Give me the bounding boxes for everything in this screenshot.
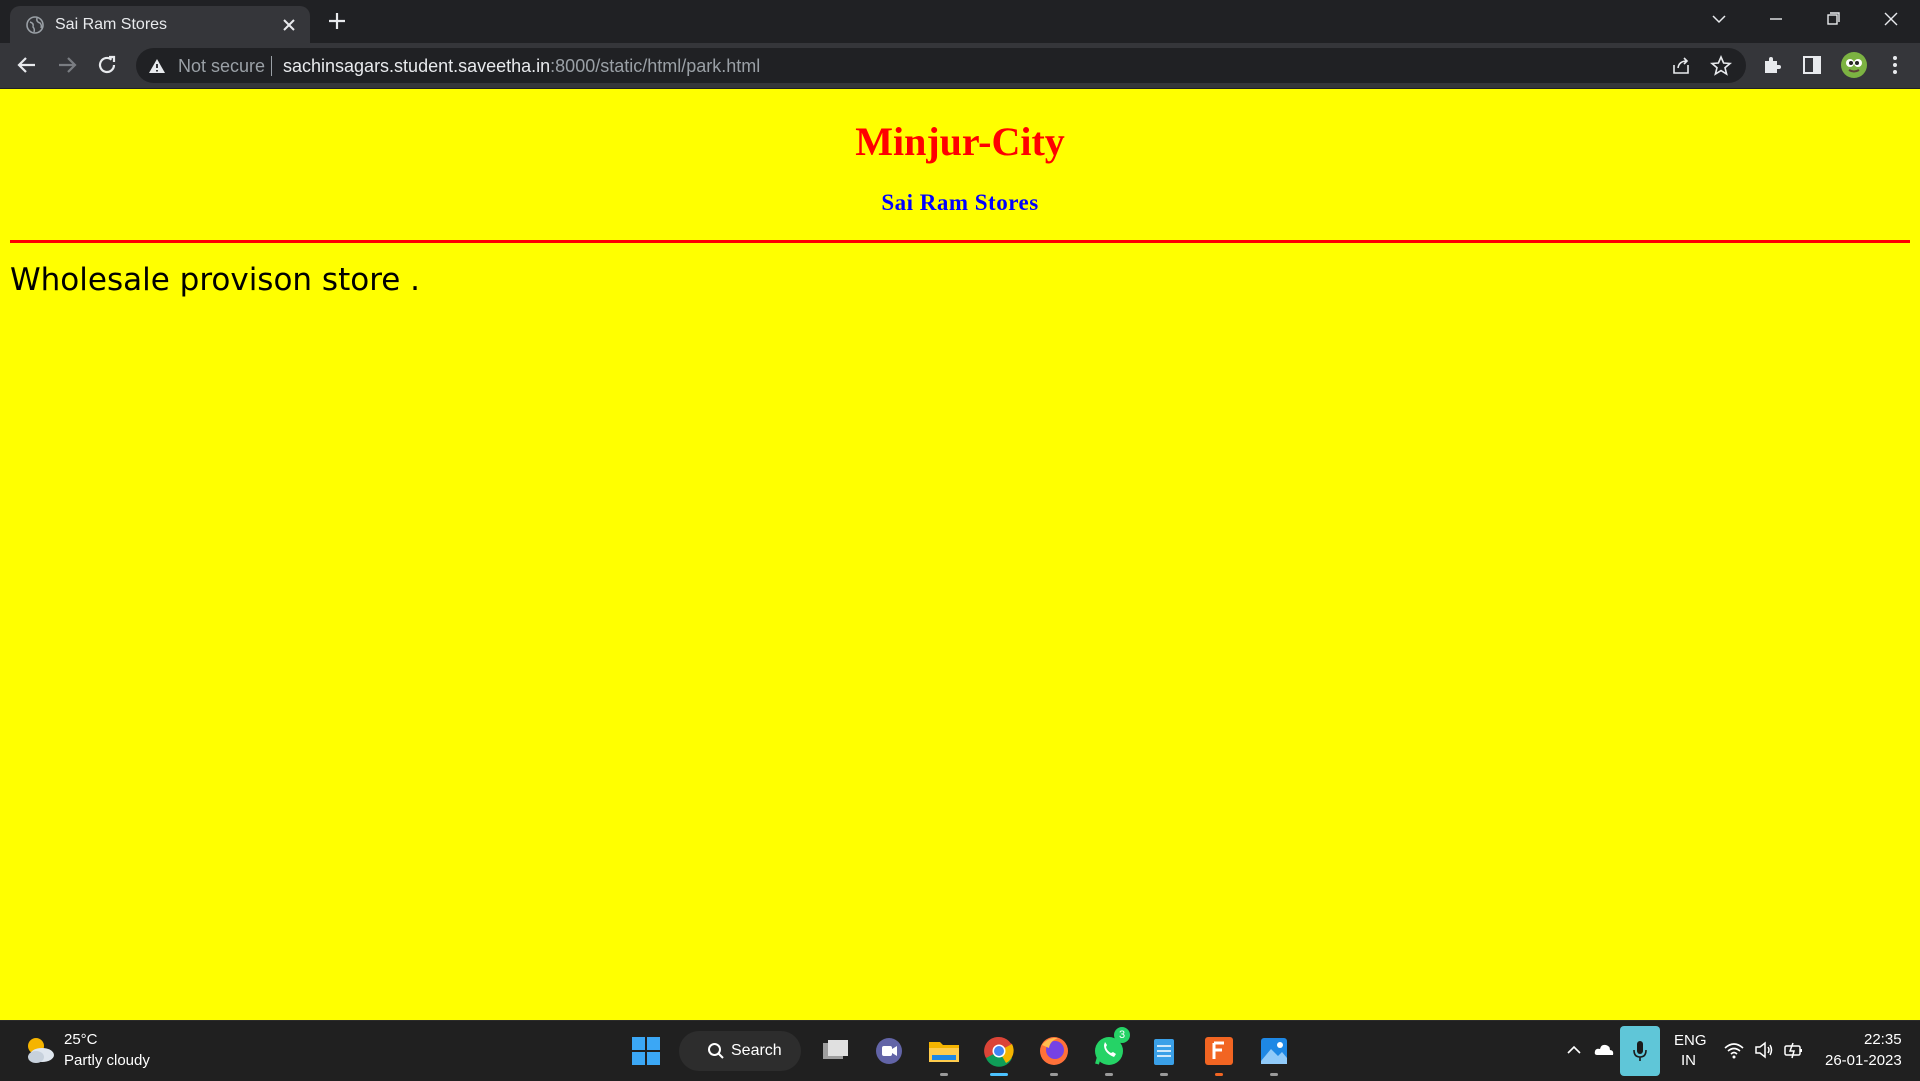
tab-title: Sai Ram Stores: [55, 16, 168, 33]
taskbar-search-button[interactable]: Search: [679, 1031, 801, 1071]
new-tab-icon[interactable]: [326, 10, 348, 32]
page-viewport: Minjur-City Sai Ram Stores Wholesale pro…: [0, 89, 1920, 1020]
horizontal-rule: [10, 240, 1910, 243]
weather-description[interactable]: Partly cloudy: [64, 1052, 150, 1069]
address-bar[interactable]: Not secure sachinsagars.student.saveetha…: [136, 48, 1746, 83]
menu-kebab-icon[interactable]: [1883, 53, 1907, 77]
photos-icon[interactable]: [1254, 1031, 1294, 1071]
browser-tabstrip: Sai Ram Stores: [0, 0, 1920, 43]
bookmark-star-icon[interactable]: [1710, 55, 1732, 77]
photos-running-indicator: [1270, 1073, 1278, 1076]
input-language[interactable]: ENG: [1674, 1032, 1707, 1049]
battery-charging-icon[interactable]: [1783, 1039, 1805, 1061]
firefox-running-indicator: [1050, 1073, 1058, 1076]
back-icon[interactable]: [15, 53, 39, 77]
volume-icon[interactable]: [1753, 1039, 1775, 1061]
close-window-icon[interactable]: [1877, 8, 1905, 30]
url-text[interactable]: sachinsagars.student.saveetha.in:8000/st…: [283, 56, 760, 77]
restore-icon[interactable]: [1819, 8, 1847, 30]
wifi-icon[interactable]: [1723, 1039, 1745, 1061]
windows-taskbar: 25°C Partly cloudy Search 3 ENG IN 22:35…: [0, 1020, 1920, 1081]
voice-access-button[interactable]: [1620, 1026, 1660, 1076]
notepad-running-indicator: [1160, 1073, 1168, 1076]
browser-tab[interactable]: Sai Ram Stores: [10, 6, 310, 43]
fusion-running-indicator: [1215, 1073, 1223, 1076]
clock-date[interactable]: 26-01-2023: [1825, 1052, 1902, 1069]
globe-icon: [26, 16, 44, 34]
onedrive-cloud-icon[interactable]: [1593, 1039, 1615, 1061]
windows-start-icon[interactable]: [626, 1031, 666, 1071]
security-label[interactable]: Not secure: [178, 56, 265, 77]
url-path: :8000/static/html/park.html: [550, 56, 761, 76]
forward-icon[interactable]: [55, 53, 79, 77]
reload-icon[interactable]: [95, 53, 119, 77]
chrome-icon[interactable]: [979, 1031, 1019, 1071]
warning-icon[interactable]: [148, 57, 166, 75]
page-subheading: Sai Ram Stores: [881, 190, 1039, 215]
browser-toolbar: Not secure sachinsagars.student.saveetha…: [0, 43, 1920, 89]
search-icon: [708, 1043, 724, 1059]
weather-temperature[interactable]: 25°C: [64, 1031, 98, 1048]
page-body-text: Wholesale provison store .: [10, 262, 421, 298]
chrome-active-indicator: [990, 1073, 1008, 1076]
profile-avatar-icon[interactable]: [1840, 51, 1868, 79]
firefox-icon[interactable]: [1034, 1031, 1074, 1071]
side-panel-icon[interactable]: [1800, 53, 1824, 77]
search-label: Search: [731, 1042, 782, 1059]
page-heading: Minjur-City: [855, 119, 1065, 164]
url-host: sachinsagars.student.saveetha.in: [283, 56, 551, 76]
input-region[interactable]: IN: [1681, 1052, 1696, 1069]
whatsapp-running-indicator: [1105, 1073, 1113, 1076]
show-hidden-icons-chevron-icon[interactable]: [1563, 1039, 1585, 1061]
task-view-icon[interactable]: [815, 1031, 855, 1071]
tab-close-icon[interactable]: [280, 16, 298, 34]
clock-time[interactable]: 22:35: [1864, 1031, 1902, 1048]
notepad-icon[interactable]: [1144, 1031, 1184, 1071]
whatsapp-badge: 3: [1114, 1027, 1130, 1043]
tab-search-chevron-icon[interactable]: [1705, 8, 1733, 30]
share-icon[interactable]: [1670, 55, 1692, 77]
teams-chat-icon[interactable]: [869, 1031, 909, 1071]
microphone-icon: [1633, 1041, 1647, 1061]
extensions-icon[interactable]: [1760, 53, 1784, 77]
minimize-icon[interactable]: [1762, 8, 1790, 30]
fusion360-icon[interactable]: [1199, 1031, 1239, 1071]
address-separator: [271, 56, 272, 76]
partly-cloudy-icon[interactable]: [22, 1033, 58, 1067]
file-explorer-running-indicator: [940, 1073, 948, 1076]
file-explorer-icon[interactable]: [924, 1031, 964, 1071]
